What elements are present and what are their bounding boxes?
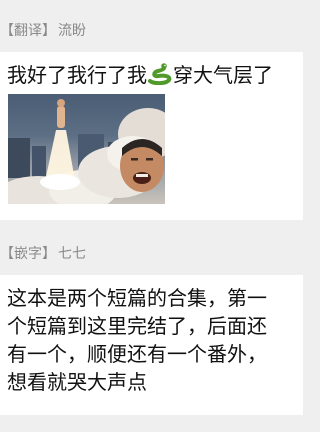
message-text-start: 我好了我行了我: [7, 63, 147, 87]
role-tag: 【翻译】: [0, 23, 56, 39]
message-text: 我好了我行了我 穿大气层了: [7, 62, 273, 91]
message-text-end: 穿大气层了: [173, 63, 273, 87]
message-header: 【翻译】 流盼: [0, 20, 86, 42]
message-line: 这本是两个短篇的合集，第一: [7, 286, 267, 310]
message-card: 这本是两个短篇的合集，第一 个短篇到这里完结了，后面还 有一个，顺便还有一个番外…: [0, 275, 303, 415]
message-line: 个短篇到这里完结了，后面还: [7, 314, 267, 338]
role-tag: 【嵌字】: [0, 246, 56, 262]
message-line: 想看就哭大声点: [7, 370, 147, 394]
sender-name: 流盼: [58, 23, 86, 39]
message-card: 我好了我行了我 穿大气层了: [0, 52, 303, 220]
meme-image[interactable]: [8, 94, 165, 204]
sender-name: 七七: [58, 246, 86, 262]
message-header: 【嵌字】 七七: [0, 243, 86, 265]
meme-image-art: [8, 99, 165, 204]
message-line: 有一个，顺便还有一个番外，: [7, 342, 267, 366]
snake-emoji-icon: [147, 63, 173, 91]
